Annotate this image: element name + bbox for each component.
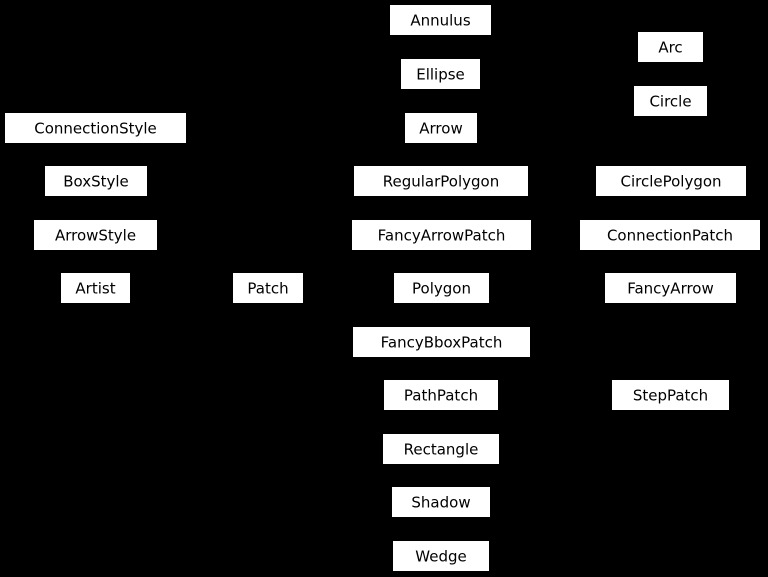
- class-node-label: Annulus: [410, 11, 471, 29]
- class-node-arrow[interactable]: Arrow: [404, 112, 478, 144]
- class-node-label: Arc: [658, 38, 683, 56]
- inheritance-diagram-canvas: Annulus Arc Ellipse Circle ConnectionStyle Ar…: [0, 0, 768, 577]
- class-node-fancyarrow[interactable]: FancyArrow: [604, 272, 737, 304]
- class-node-label: PathPatch: [403, 386, 479, 404]
- class-node-label: Circle: [649, 92, 692, 110]
- class-node-label: FancyBboxPatch: [380, 333, 503, 351]
- class-node-patch[interactable]: Patch: [232, 272, 304, 304]
- class-node-label: Wedge: [415, 547, 467, 565]
- class-node-wedge[interactable]: Wedge: [392, 540, 490, 572]
- class-node-pathpatch[interactable]: PathPatch: [383, 379, 499, 411]
- class-node-polygon[interactable]: Polygon: [393, 272, 490, 304]
- class-node-label: RegularPolygon: [382, 172, 500, 190]
- class-node-label: BoxStyle: [63, 172, 129, 190]
- class-node-connectionstyle[interactable]: ConnectionStyle: [4, 112, 187, 144]
- class-node-label: Ellipse: [416, 65, 465, 83]
- class-node-label: Patch: [247, 279, 289, 297]
- class-node-shadow[interactable]: Shadow: [391, 486, 491, 518]
- class-node-label: FancyArrowPatch: [377, 226, 506, 244]
- class-node-label: CirclePolygon: [620, 172, 722, 190]
- class-node-steppatch[interactable]: StepPatch: [611, 379, 730, 411]
- class-node-label: Rectangle: [403, 440, 479, 458]
- class-node-label: Arrow: [419, 119, 463, 137]
- class-node-annulus[interactable]: Annulus: [389, 4, 492, 36]
- class-node-connectionpatch[interactable]: ConnectionPatch: [579, 219, 761, 251]
- class-node-boxstyle[interactable]: BoxStyle: [44, 165, 148, 197]
- class-node-ellipse[interactable]: Ellipse: [400, 58, 481, 90]
- class-node-arc[interactable]: Arc: [637, 31, 704, 63]
- class-node-label: Shadow: [411, 493, 471, 511]
- class-node-label: ConnectionPatch: [606, 226, 734, 244]
- class-node-circle[interactable]: Circle: [633, 85, 708, 117]
- class-node-label: Artist: [75, 279, 116, 297]
- class-node-arrowstyle[interactable]: ArrowStyle: [33, 219, 158, 251]
- class-node-fancyarrowpatch[interactable]: FancyArrowPatch: [351, 219, 532, 251]
- class-node-rectangle[interactable]: Rectangle: [382, 433, 500, 465]
- class-node-label: ConnectionStyle: [34, 119, 157, 137]
- class-node-fancybboxpatch[interactable]: FancyBboxPatch: [352, 326, 531, 358]
- class-node-regularpolygon[interactable]: RegularPolygon: [353, 165, 529, 197]
- class-node-circlepolygon[interactable]: CirclePolygon: [595, 165, 747, 197]
- class-node-label: ArrowStyle: [54, 226, 137, 244]
- class-node-label: FancyArrow: [627, 279, 714, 297]
- class-node-artist[interactable]: Artist: [60, 272, 131, 304]
- class-node-label: Polygon: [412, 279, 471, 297]
- class-node-label: StepPatch: [632, 386, 709, 404]
